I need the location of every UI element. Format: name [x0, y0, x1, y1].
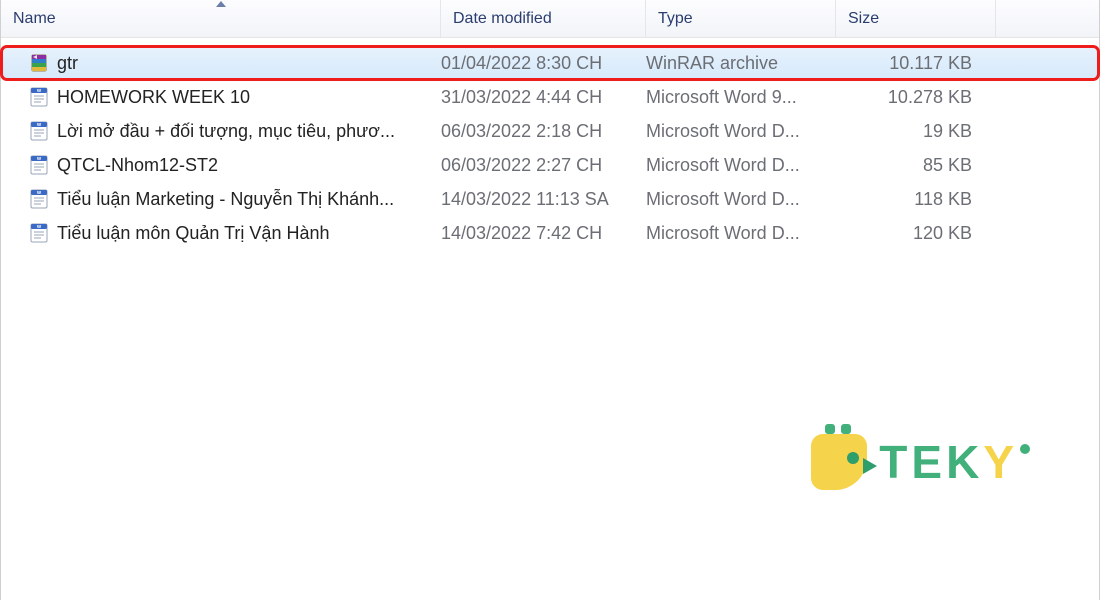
- file-date: 14/03/2022 7:42 CH: [441, 223, 646, 244]
- word-document-icon: [29, 87, 49, 107]
- column-type[interactable]: Type: [646, 0, 836, 37]
- file-date: 06/03/2022 2:18 CH: [441, 121, 646, 142]
- teky-logo-icon: [811, 434, 867, 490]
- file-type: Microsoft Word 9...: [646, 87, 836, 108]
- file-row[interactable]: gtr 01/04/2022 8:30 CHWinRAR archive10.11…: [1, 46, 1099, 80]
- file-name-cell: Lời mở đầu + đối tượng, mục tiêu, phươ..…: [29, 121, 441, 142]
- file-list: gtr 01/04/2022 8:30 CHWinRAR archive10.11…: [1, 38, 1099, 250]
- teky-watermark: TEKY: [811, 434, 1030, 490]
- file-row[interactable]: QTCL-Nhom12-ST2 06/03/2022 2:27 CHMicroso…: [1, 148, 1099, 182]
- column-date-label: Date modified: [453, 10, 552, 28]
- file-size: 118 KB: [836, 189, 986, 210]
- file-name: Lời mở đầu + đối tượng, mục tiêu, phươ..…: [57, 121, 395, 142]
- file-type: WinRAR archive: [646, 53, 836, 74]
- file-size: 85 KB: [836, 155, 986, 176]
- file-size: 10.278 KB: [836, 87, 986, 108]
- file-name-cell: QTCL-Nhom12-ST2: [29, 155, 441, 176]
- sort-ascending-icon: [216, 1, 226, 7]
- column-name[interactable]: Name: [1, 0, 441, 37]
- file-row[interactable]: HOMEWORK WEEK 10 31/03/2022 4:44 CHMicros…: [1, 80, 1099, 114]
- file-type: Microsoft Word D...: [646, 121, 836, 142]
- file-type: Microsoft Word D...: [646, 223, 836, 244]
- file-name: gtr: [57, 53, 78, 74]
- column-header: Name Date modified Type Size: [1, 0, 1099, 38]
- file-name-cell: Tiểu luận Marketing - Nguyễn Thị Khánh..…: [29, 189, 441, 210]
- word-document-icon: [29, 155, 49, 175]
- column-name-label: Name: [13, 10, 56, 28]
- file-name: Tiểu luận Marketing - Nguyễn Thị Khánh..…: [57, 189, 394, 210]
- file-size: 19 KB: [836, 121, 986, 142]
- file-date: 31/03/2022 4:44 CH: [441, 87, 646, 108]
- file-name: HOMEWORK WEEK 10: [57, 87, 250, 108]
- word-document-icon: [29, 223, 49, 243]
- column-size-label: Size: [848, 10, 879, 28]
- file-name-cell: Tiểu luận môn Quản Trị Vận Hành: [29, 223, 441, 244]
- file-name-cell: HOMEWORK WEEK 10: [29, 87, 441, 108]
- file-size: 120 KB: [836, 223, 986, 244]
- file-size: 10.117 KB: [836, 53, 986, 74]
- file-row[interactable]: Tiểu luận Marketing - Nguyễn Thị Khánh..…: [1, 182, 1099, 216]
- word-document-icon: [29, 189, 49, 209]
- column-date[interactable]: Date modified: [441, 0, 646, 37]
- file-name: Tiểu luận môn Quản Trị Vận Hành: [57, 223, 330, 244]
- file-date: 14/03/2022 11:13 SA: [441, 189, 646, 210]
- file-name-cell: gtr: [29, 53, 441, 74]
- column-type-label: Type: [658, 10, 693, 28]
- file-row[interactable]: Lời mở đầu + đối tượng, mục tiêu, phươ..…: [1, 114, 1099, 148]
- file-explorer: Name Date modified Type Size gtr 01/04/20…: [0, 0, 1100, 600]
- file-type: Microsoft Word D...: [646, 155, 836, 176]
- word-document-icon: [29, 121, 49, 141]
- file-row[interactable]: Tiểu luận môn Quản Trị Vận Hành 14/03/202…: [1, 216, 1099, 250]
- file-name: QTCL-Nhom12-ST2: [57, 155, 218, 176]
- column-size[interactable]: Size: [836, 0, 996, 37]
- rar-archive-icon: [29, 53, 49, 73]
- file-date: 01/04/2022 8:30 CH: [441, 53, 646, 74]
- file-date: 06/03/2022 2:27 CH: [441, 155, 646, 176]
- teky-logo-text: TEKY: [879, 435, 1030, 489]
- file-type: Microsoft Word D...: [646, 189, 836, 210]
